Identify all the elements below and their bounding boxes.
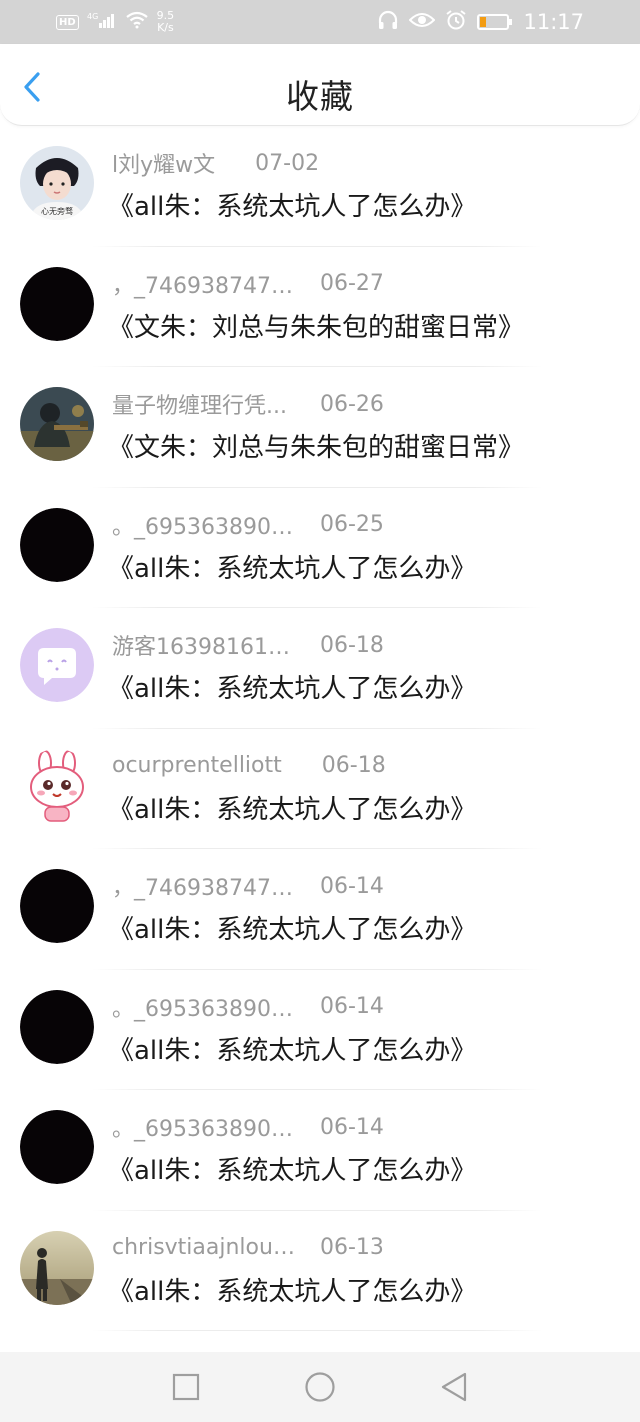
- home-button[interactable]: [300, 1367, 340, 1407]
- divider: [92, 1330, 542, 1331]
- speed-unit: K/s: [157, 21, 174, 34]
- status-right: 11:17: [377, 9, 584, 36]
- favorites-list: 心无旁骛 l刘y耀w文 07-02 《all朱：系统太坑人了怎么办》 ，_7469387…: [0, 126, 640, 1331]
- date: 07-02: [255, 150, 320, 176]
- square-icon: [172, 1373, 200, 1401]
- date: 06-18: [320, 632, 384, 658]
- story-title: 《all朱：系统太坑人了怎么办》: [108, 1035, 477, 1066]
- avatar[interactable]: [20, 1110, 94, 1184]
- back-system-button[interactable]: [434, 1367, 474, 1407]
- avatar[interactable]: [20, 748, 94, 823]
- date: 06-18: [321, 753, 386, 778]
- story-title: 《all朱：系统太坑人了怎么办》: [108, 794, 477, 825]
- author-line: 游客163981619... 06-18: [112, 630, 384, 661]
- favorite-row[interactable]: 心无旁骛 l刘y耀w文 07-02 《all朱：系统太坑人了怎么办》: [0, 126, 640, 247]
- story-title: 《all朱：系统太坑人了怎么办》: [108, 553, 477, 584]
- clock: 11:17: [523, 10, 584, 34]
- story-title: 《all朱：系统太坑人了怎么办》: [108, 674, 477, 704]
- author-line: ，_7469387471... 06-27: [112, 269, 384, 299]
- favorite-row[interactable]: 。_6953638907... 06-14 《all朱：系统太坑人了怎么办》: [0, 1090, 640, 1211]
- username: ，_7469387471...: [112, 876, 298, 901]
- story-title: 《all朱：系统太坑人了怎么办》: [108, 915, 477, 945]
- header: 收藏: [0, 44, 640, 126]
- avatar[interactable]: [20, 266, 94, 341]
- username: 。_6953638907...: [112, 1117, 298, 1142]
- author-line: 。_6953638907... 06-14: [112, 992, 384, 1022]
- circle-icon: [305, 1372, 335, 1402]
- author-line: 量子物缠理行凭... 06-26: [112, 389, 384, 420]
- story-title: 《文朱：刘总与朱朱包的甜蜜日常》: [108, 433, 525, 463]
- username: 。_6953638907...: [112, 996, 298, 1022]
- author-line: 。_6953638907... 06-14: [112, 1112, 384, 1143]
- story-title: 《文朱：刘总与朱朱包的甜蜜日常》: [108, 312, 525, 343]
- wifi-icon: [125, 11, 149, 33]
- username: 。_6953638907...: [112, 514, 298, 540]
- author-line: chrisvtiaajnloub... 06-13: [112, 1233, 384, 1263]
- username: l刘y耀w文: [112, 153, 216, 178]
- avatar[interactable]: [20, 1230, 94, 1305]
- date: 06-27: [320, 271, 384, 296]
- avatar[interactable]: [20, 628, 94, 702]
- favorite-row[interactable]: ，_7469387471... 06-14 《all朱：系统太坑人了怎么办》: [0, 849, 640, 970]
- date: 06-25: [320, 512, 384, 537]
- username: 游客163981619...: [112, 635, 298, 660]
- date: 06-14: [320, 873, 384, 899]
- date: 06-14: [320, 1114, 384, 1140]
- date: 06-13: [320, 1235, 384, 1260]
- page-title: 收藏: [286, 77, 354, 116]
- recents-button[interactable]: [166, 1367, 206, 1407]
- favorite-row[interactable]: 。_6953638907... 06-25 《all朱：系统太坑人了怎么办》: [0, 488, 640, 608]
- avatar[interactable]: 心无旁骛: [20, 146, 94, 220]
- username: ocurprentelliott: [112, 753, 282, 778]
- battery-fill: [480, 17, 487, 27]
- author-line: l刘y耀w文 07-02: [112, 148, 320, 179]
- author-line: ocurprentelliott 06-18: [112, 751, 386, 781]
- system-nav-bar: [0, 1352, 640, 1422]
- author-line: 。_6953638907... 06-25: [112, 510, 384, 540]
- favorite-row[interactable]: chrisvtiaajnloub... 06-13 《all朱：系统太坑人了怎么办》: [0, 1211, 640, 1331]
- avatar[interactable]: [20, 989, 94, 1064]
- battery-icon: [477, 14, 513, 30]
- story-title: 《all朱：系统太坑人了怎么办》: [108, 192, 477, 222]
- network-speed: 9.5 K/s: [157, 10, 175, 34]
- favorite-row[interactable]: 量子物缠理行凭... 06-26 《文朱：刘总与朱朱包的甜蜜日常》: [0, 367, 640, 488]
- status-left: HD 4G 9.5 K/s: [56, 10, 174, 34]
- avatar[interactable]: [20, 507, 94, 582]
- favorite-row[interactable]: 。_6953638907... 06-14 《all朱：系统太坑人了怎么办》: [0, 970, 640, 1090]
- username: chrisvtiaajnloub...: [112, 1235, 298, 1260]
- favorite-row[interactable]: ocurprentelliott 06-18 《all朱：系统太坑人了怎么办》: [0, 729, 640, 849]
- date: 06-14: [320, 994, 384, 1019]
- favorite-row[interactable]: 游客163981619... 06-18 《all朱：系统太坑人了怎么办》: [0, 608, 640, 729]
- alarm-icon: [445, 9, 467, 36]
- date: 06-26: [320, 391, 384, 417]
- avatar[interactable]: [20, 869, 94, 943]
- avatar[interactable]: [20, 387, 94, 461]
- author-line: ，_7469387471... 06-14: [112, 871, 384, 902]
- username: ，_7469387471...: [112, 273, 298, 299]
- headphones-icon: [377, 10, 399, 35]
- story-title: 《all朱：系统太坑人了怎么办》: [108, 1156, 477, 1186]
- network-label: 4G: [87, 12, 98, 21]
- username: 量子物缠理行凭...: [112, 394, 287, 419]
- signal-icon: 4G: [87, 11, 117, 33]
- hd-badge: HD: [56, 14, 79, 30]
- story-title: 《all朱：系统太坑人了怎么办》: [108, 1276, 477, 1307]
- triangle-back-icon: [441, 1372, 467, 1402]
- status-bar: HD 4G 9.5 K/s 11:17: [0, 0, 640, 44]
- favorite-row[interactable]: ，_7469387471... 06-27 《文朱：刘总与朱朱包的甜蜜日常》: [0, 247, 640, 367]
- avatar-caption: 心无旁骛: [41, 206, 73, 216]
- eye-icon: [409, 10, 436, 34]
